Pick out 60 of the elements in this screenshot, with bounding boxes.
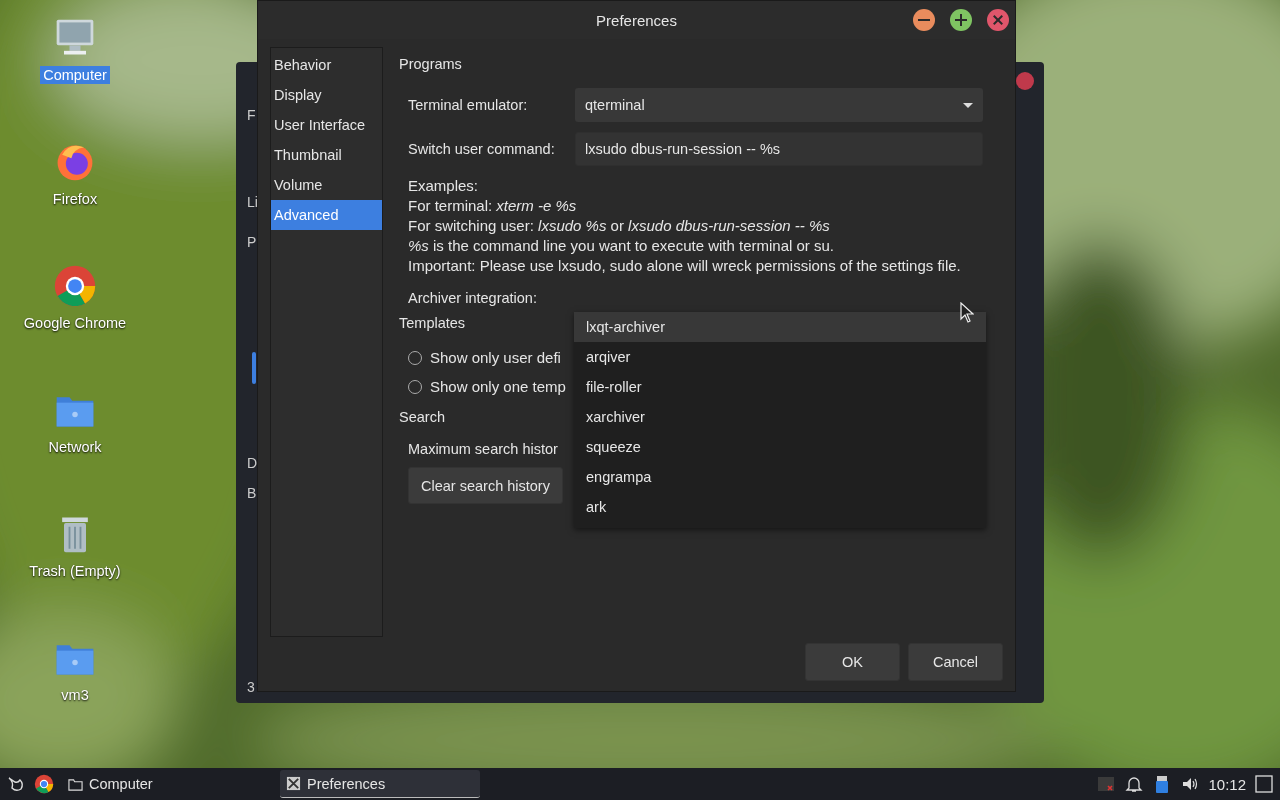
desktop-icon-label[interactable]: Trash (Empty) xyxy=(26,562,124,580)
clock[interactable]: 10:12 xyxy=(1208,775,1246,793)
sidebar-item[interactable]: Behavior xyxy=(271,50,382,80)
help-text: %s is the command line you want to execute with terminal or su. xyxy=(408,236,836,256)
clear-history-button[interactable]: Clear search history xyxy=(408,467,563,504)
close-icon[interactable] xyxy=(1016,72,1034,90)
window-text: Li xyxy=(247,194,258,210)
help-text: Important: Please use lxsudo, sudo alone will wreck permissions of the settings file. xyxy=(408,256,962,276)
window-text: D xyxy=(247,455,258,471)
section-heading: Programs xyxy=(399,56,462,74)
field-label: Archiver integration: xyxy=(408,290,538,306)
cursor-icon xyxy=(960,302,974,324)
ok-button[interactable]: OK xyxy=(805,643,900,681)
input-field[interactable]: lxsudo dbus-run-session -- %s xyxy=(575,132,983,166)
folder-icon xyxy=(68,776,83,792)
window-text: B xyxy=(247,485,257,501)
help-text: For terminal: xterm -e %s xyxy=(408,196,578,216)
taskbar-button[interactable]: Computer xyxy=(62,770,272,798)
sidebar-item[interactable]: Advanced xyxy=(271,200,382,230)
app-icon xyxy=(286,776,301,791)
dropdown-option[interactable]: file-roller xyxy=(574,372,986,402)
desktop-icon-label[interactable]: Firefox xyxy=(49,190,101,208)
close-button[interactable] xyxy=(987,9,1009,31)
taskbar-button[interactable]: Preferences xyxy=(280,770,480,798)
dropdown-option[interactable]: lxqt-archiver xyxy=(574,312,986,342)
help-text: For switching user: lxsudo %s or lxsudo dbus-run-session -- %s xyxy=(408,216,831,236)
radio-label[interactable]: Show only user defi xyxy=(430,349,561,366)
sidebar-item[interactable]: User Interface xyxy=(271,110,382,140)
field-label: Terminal emulator: xyxy=(408,97,529,113)
window-text: P xyxy=(247,234,257,250)
field-label: Maximum search histor xyxy=(408,441,559,457)
field-label: Switch user command: xyxy=(408,141,556,157)
selection-marker xyxy=(252,352,256,384)
dropdown-option[interactable]: squeeze xyxy=(574,432,986,462)
chrome-icon[interactable] xyxy=(34,774,54,794)
desktop-icon-label[interactable]: Computer xyxy=(40,66,110,84)
section-heading: Search xyxy=(399,409,445,427)
radio-label[interactable]: Show only one temp xyxy=(430,378,566,395)
sidebar-item[interactable]: Display xyxy=(271,80,382,110)
show-desktop-icon[interactable] xyxy=(1254,774,1274,794)
terminal-dropdown[interactable]: qterminal xyxy=(575,88,983,122)
dropdown-option[interactable]: arqiver xyxy=(574,342,986,372)
dropdown-option[interactable]: ark xyxy=(574,492,986,522)
window-text: F xyxy=(247,107,256,123)
desktop-icon-label[interactable]: Network xyxy=(45,438,105,456)
section-heading: Templates xyxy=(399,315,466,333)
maximize-button[interactable] xyxy=(950,9,972,31)
sidebar-item[interactable]: Thumbnail xyxy=(271,140,382,170)
help-text: Examples: xyxy=(408,176,480,196)
sidebar-item[interactable]: Volume xyxy=(271,170,382,200)
cancel-button[interactable]: Cancel xyxy=(908,643,1003,681)
dropdown-option[interactable]: engrampa xyxy=(574,462,986,492)
window-title: Preferences xyxy=(596,11,677,29)
bird-icon[interactable] xyxy=(6,774,26,794)
caret-icon xyxy=(963,102,973,108)
bell-icon[interactable] xyxy=(1124,774,1145,794)
minimize-button[interactable] xyxy=(913,9,935,31)
window-text: 3 xyxy=(247,679,255,695)
desktop-icon-label[interactable]: Google Chrome xyxy=(20,314,130,332)
dropdown-option[interactable]: xarchiver xyxy=(574,402,986,432)
